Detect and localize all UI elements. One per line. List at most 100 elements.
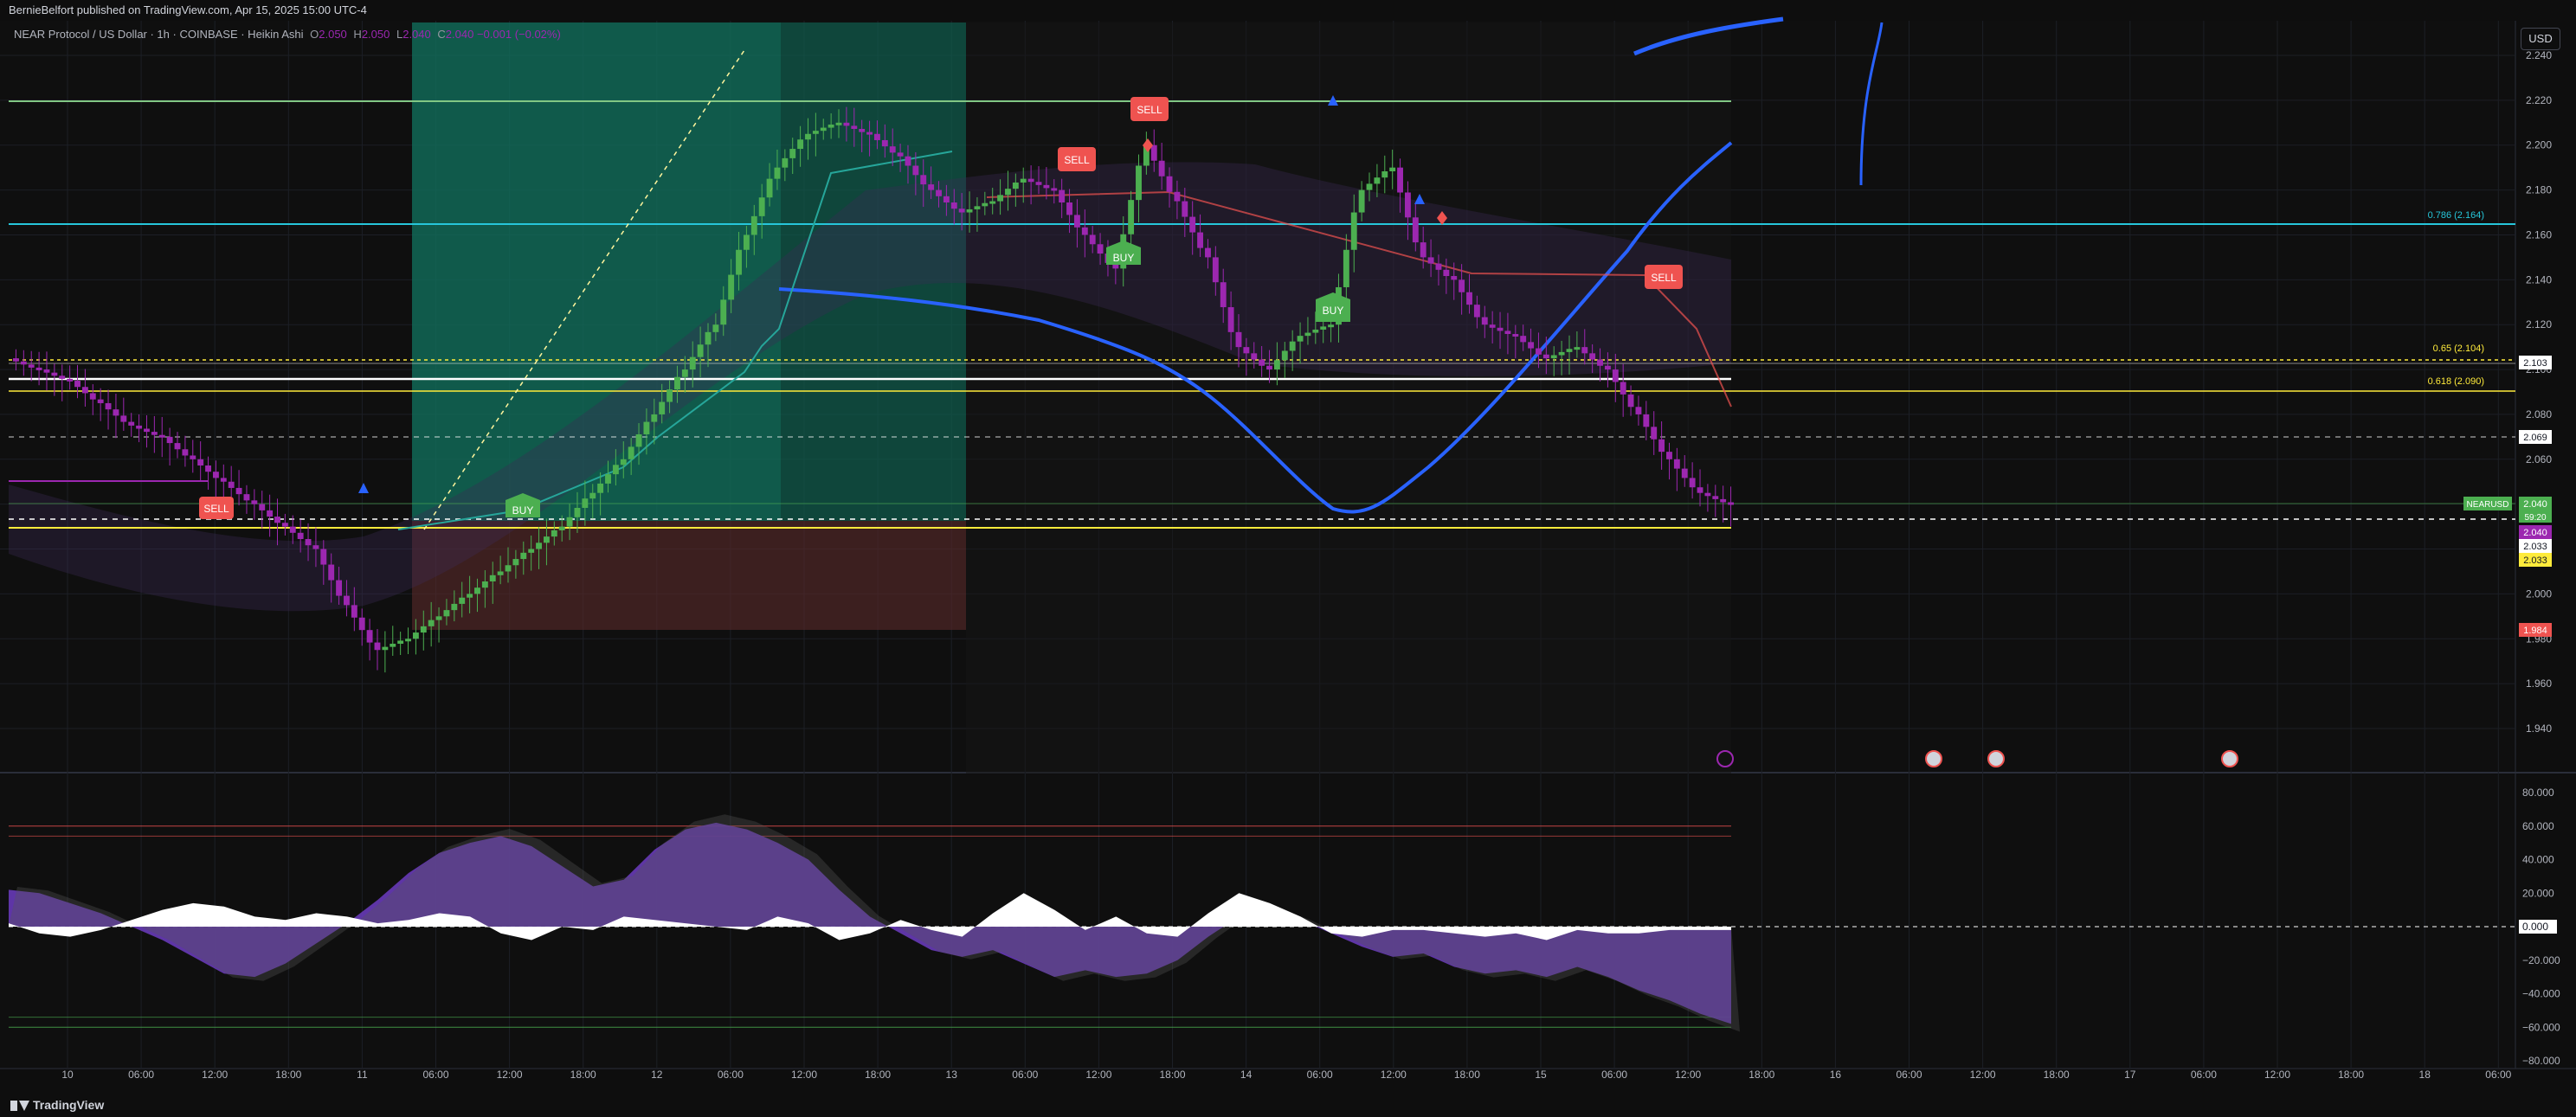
candle-body bbox=[689, 356, 696, 370]
candle-body bbox=[1504, 331, 1511, 335]
flag-icon[interactable] bbox=[1925, 750, 1942, 767]
sell-signal-1[interactable]: SELL bbox=[1058, 147, 1096, 171]
candle-body bbox=[358, 617, 365, 631]
candle-body bbox=[1536, 348, 1542, 355]
candle-body bbox=[974, 206, 981, 209]
tradingview-logo[interactable]: TradingView bbox=[10, 1098, 104, 1112]
candle-body bbox=[1397, 167, 1403, 193]
candle-body bbox=[1443, 269, 1450, 277]
candle-body bbox=[497, 571, 504, 575]
price-chart[interactable]: SELL BUY SELL SELL BUY BUY SELL 0.786 (2… bbox=[0, 0, 2576, 1092]
flag-icon[interactable] bbox=[2221, 750, 2238, 767]
candle-body bbox=[997, 195, 1004, 202]
candle-body bbox=[397, 640, 404, 645]
candle-body bbox=[758, 197, 765, 216]
candle-body bbox=[374, 642, 381, 651]
candle-body bbox=[1635, 407, 1642, 414]
candle-body bbox=[481, 581, 488, 588]
candle-body bbox=[574, 507, 581, 517]
candle-body bbox=[928, 184, 935, 190]
candle-body bbox=[1266, 365, 1272, 370]
candle-body bbox=[1497, 327, 1504, 331]
time-tick: 18:00 bbox=[1748, 1069, 1774, 1081]
candle-body bbox=[966, 209, 973, 213]
sell-signal-left[interactable]: SELL bbox=[199, 497, 234, 519]
tag-2033-yellow: 2.033 bbox=[2519, 553, 2552, 567]
svg-text:59:20: 59:20 bbox=[2524, 513, 2546, 523]
candle-body bbox=[551, 530, 557, 537]
candle-body bbox=[1542, 354, 1549, 359]
candle-body bbox=[1158, 160, 1165, 177]
candle-body bbox=[720, 299, 727, 325]
candle-body bbox=[451, 603, 458, 611]
tag-2103: 2.103 bbox=[2519, 356, 2552, 369]
fib-786-label: 0.786 (2.164) bbox=[2428, 210, 2484, 221]
candle-body bbox=[774, 167, 781, 179]
time-tick: 13 bbox=[946, 1069, 958, 1081]
candle-body bbox=[251, 500, 258, 504]
candle-body bbox=[736, 249, 742, 275]
candle-body bbox=[1658, 439, 1665, 453]
candle-body bbox=[1481, 317, 1488, 325]
currency-button[interactable]: USD bbox=[2521, 28, 2560, 50]
candle-body bbox=[120, 415, 127, 422]
time-tick: 12 bbox=[651, 1069, 663, 1081]
candle-body bbox=[512, 559, 519, 566]
oscillator-axis[interactable]: 80.000 60.000 40.000 20.000 0.000 −20.000 −40.… bbox=[2519, 786, 2560, 1067]
candle-body bbox=[59, 376, 66, 379]
candle-body bbox=[20, 361, 27, 365]
candle-body bbox=[1235, 331, 1242, 348]
sell-signal-2[interactable]: SELL bbox=[1130, 97, 1169, 121]
candle-body bbox=[351, 605, 357, 618]
candle-body bbox=[136, 425, 143, 429]
candle-body bbox=[789, 149, 796, 158]
tag-1984: 1.984 bbox=[2519, 623, 2552, 637]
price-tick: 2.160 bbox=[2526, 228, 2552, 241]
time-axis[interactable]: 10 06:00 12:00 18:00 11 06:00 12:00 18:00 12 06:0… bbox=[61, 1069, 2511, 1081]
candle-body bbox=[905, 156, 911, 166]
candle-body bbox=[312, 545, 319, 549]
candle-body bbox=[520, 552, 527, 560]
time-tick: 18:00 bbox=[275, 1069, 301, 1081]
candle-body bbox=[667, 389, 673, 402]
flag-icon[interactable] bbox=[1987, 750, 2005, 767]
candle-body bbox=[766, 178, 773, 198]
candle-body bbox=[912, 165, 919, 176]
candle-body bbox=[828, 124, 834, 128]
candle-body bbox=[1328, 324, 1335, 328]
candle-body bbox=[474, 587, 480, 594]
osc-tick: −20.000 bbox=[2522, 954, 2560, 966]
time-tick: 06:00 bbox=[422, 1069, 448, 1081]
candle-body bbox=[220, 478, 227, 482]
tag-2069: 2.069 bbox=[2519, 430, 2552, 444]
brand-text: TradingView bbox=[33, 1098, 105, 1112]
candle-body bbox=[851, 125, 858, 130]
candle-body bbox=[205, 465, 211, 472]
candle-body bbox=[43, 369, 50, 373]
change-value: −0.001 (−0.02%) bbox=[476, 28, 561, 41]
candle-body bbox=[166, 436, 173, 444]
candle-body bbox=[1220, 282, 1227, 308]
candle-body bbox=[1273, 360, 1280, 370]
candle-body bbox=[1005, 189, 1011, 196]
legend[interactable]: NEAR Protocol / US Dollar · 1h · COINBAS… bbox=[14, 28, 561, 41]
candle-body bbox=[1412, 217, 1419, 243]
candle-body bbox=[128, 421, 135, 426]
candle-body bbox=[1035, 182, 1042, 185]
candle-body bbox=[1174, 191, 1181, 202]
candle-body bbox=[820, 127, 827, 132]
candle-body bbox=[866, 132, 873, 135]
candle-body bbox=[681, 369, 688, 377]
time-tick: 17 bbox=[2124, 1069, 2136, 1081]
svg-text:2.040: 2.040 bbox=[2523, 528, 2547, 538]
candle-body bbox=[28, 364, 35, 368]
sell-signal-3[interactable]: SELL bbox=[1645, 265, 1683, 289]
symbol-tag[interactable]: NEARUSD bbox=[2463, 497, 2512, 510]
time-tick: 06:00 bbox=[1012, 1069, 1038, 1081]
candle-body bbox=[1512, 334, 1519, 337]
candle-body bbox=[1597, 359, 1603, 366]
candle-body bbox=[605, 474, 611, 484]
price-tick: 2.060 bbox=[2526, 453, 2552, 465]
candle-body bbox=[1728, 502, 1734, 505]
candle-body bbox=[259, 504, 266, 510]
